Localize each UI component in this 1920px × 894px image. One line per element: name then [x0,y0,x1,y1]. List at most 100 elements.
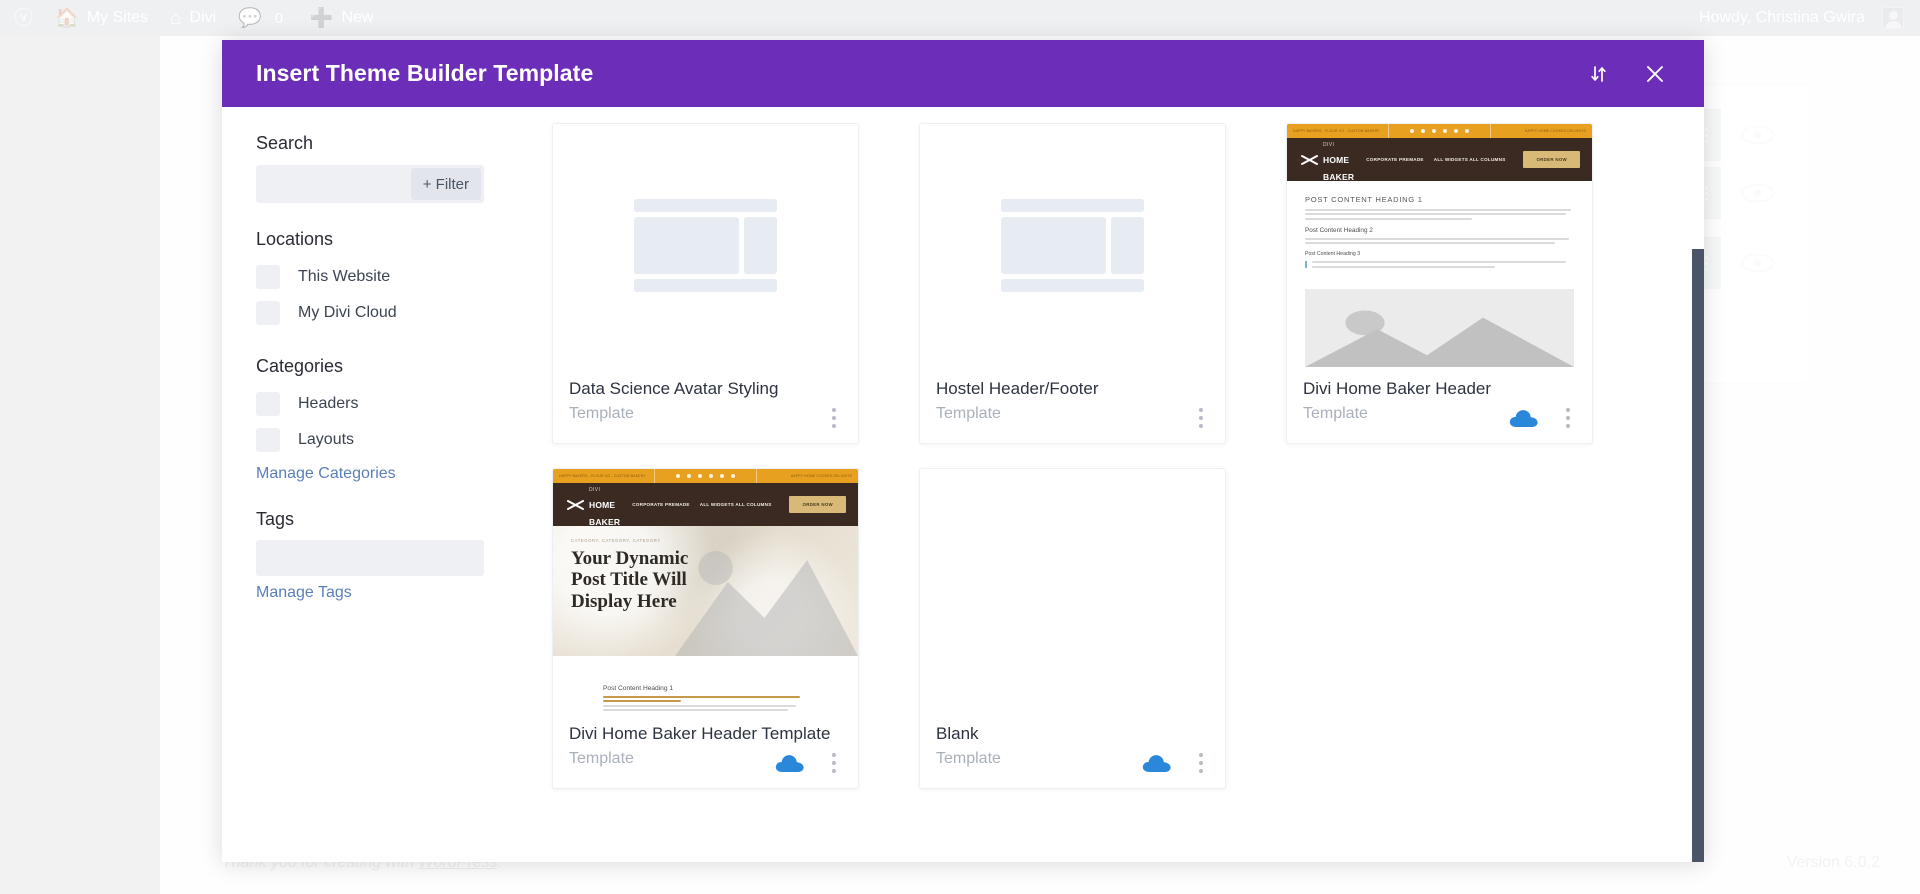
tags-input[interactable] [256,539,484,577]
category-item-layouts[interactable]: Layouts [256,423,484,457]
tags-label: Tags [256,509,484,530]
logo-line-1: DIVI [589,487,600,493]
mail-icon [1465,129,1469,133]
wireframe-placeholder [634,199,777,292]
mail-icon [731,474,735,478]
preview-hero: CATEGORY, CATEGORY, CATEGORY Your Dynami… [553,526,858,656]
preview-nav: DIVI HOME BAKER CORPORATE PREMADE ALL WI… [1287,138,1592,181]
modal-scrollbar[interactable] [1692,174,1704,862]
template-thumbnail-wireframe [920,124,1225,367]
admin-bar-item-comments[interactable]: 💬 0 [227,0,299,36]
wireframe-side-block [1111,217,1144,274]
logo-line-2: HOME [1323,155,1349,165]
more-vertical-icon[interactable] [1191,751,1211,775]
youtube-icon [709,474,713,478]
wireframe-top-bar [1001,199,1144,212]
manage-categories-link[interactable]: Manage Categories [256,465,484,483]
template-card[interactable]: HAPPY BAKERS - FLOUR CO - CUSTOM BAKERY [552,468,859,789]
template-card-meta: Blank Template [920,712,1225,788]
wordpress-logo-glyph: ⓥ [14,9,33,28]
preview-heading-2: Post Content Heading 2 [1305,227,1574,234]
tags-group: Tags Manage Tags [256,509,484,602]
template-card[interactable]: Data Science Avatar Styling Template [552,123,859,444]
template-card-title: Data Science Avatar Styling [569,379,842,399]
location-item-my-divi-cloud[interactable]: My Divi Cloud [256,296,484,330]
category-item-headers[interactable]: Headers [256,387,484,421]
admin-bar-label-divi: Divi [190,9,217,27]
template-card-meta: Hostel Header/Footer Template [920,367,1225,443]
eye-icon [1740,182,1776,204]
background-admin-sidebar [0,36,160,894]
preview-cta-button: ORDER NOW [789,496,846,513]
wordpress-logo-icon[interactable]: ⓥ [0,0,44,36]
preview-paragraph-1 [1305,209,1574,220]
facebook-icon [1410,129,1414,133]
comment-count: 0 [270,10,288,27]
checkbox-headers[interactable] [256,392,280,416]
template-thumbnail-blank [920,469,1225,712]
admin-bar-item-howdy[interactable]: Howdy, Christina Gwira [1688,0,1920,36]
more-vertical-icon[interactable] [824,751,844,775]
template-card[interactable]: HAPPY BAKERS - FLOUR CO - CUSTOM BAKERY [1286,123,1593,444]
preview-paragraph-2 [1305,238,1574,244]
template-card-meta: Divi Home Baker Header Template Template [553,712,858,788]
manage-tags-link[interactable]: Manage Tags [256,584,484,602]
avatar [1882,7,1904,29]
instagram-icon [698,474,702,478]
wireframe-main-block [1001,217,1106,274]
template-grid-wrap: Data Science Avatar Styling Template [512,107,1704,862]
template-card[interactable]: Hostel Header/Footer Template [919,123,1226,444]
preview-blockquote [1305,261,1574,267]
preview-hero-title: Your Dynamic Post Title Will Display Her… [571,548,701,612]
more-vertical-icon[interactable] [1558,406,1578,430]
category-label-layouts: Layouts [298,431,354,449]
categories-label: Categories [256,356,484,377]
more-vertical-icon[interactable] [824,406,844,430]
categories-group: Categories Headers Layouts Manage Catego… [256,356,484,483]
preview-hero-kicker: CATEGORY, CATEGORY, CATEGORY [571,538,661,543]
filter-button[interactable]: + Filter [411,168,481,200]
preview-logo: DIVI HOME BAKER [565,479,620,529]
modal-scrollbar-thumb[interactable] [1692,249,1704,862]
locations-group: Locations This Website My Divi Cloud [256,229,484,330]
preview-menu: CORPORATE PREMADE ALL WIDGETS ALL COLUMN… [632,502,771,507]
template-thumbnail-wireframe [553,124,858,367]
wireframe-bottom-bar [1001,279,1144,292]
close-icon[interactable] [1636,55,1674,93]
wireframe-middle [634,217,777,274]
template-thumbnail-divi-home-baker: HAPPY BAKERS - FLOUR CO - CUSTOM BAKERY [1287,124,1592,367]
modal-header: Insert Theme Builder Template [222,40,1704,107]
preview-logo: DIVI HOME BAKER [1299,134,1354,184]
location-item-this-website[interactable]: This Website [256,260,484,294]
checkbox-layouts[interactable] [256,428,280,452]
preview-menu-item-2: ALL WIDGETS ALL COLUMNS [1434,157,1506,162]
checkbox-this-website[interactable] [256,265,280,289]
rolling-pin-icon [565,495,585,515]
wireframe-placeholder [1001,199,1144,292]
preview-heading-3: Post Content Heading 3 [1305,251,1574,257]
instagram-icon [1432,129,1436,133]
template-card-title: Blank [936,724,1209,744]
comment-icon: 💬 [238,9,262,28]
preview-page-body: POST CONTENT HEADING 1 Post Content Head… [1287,181,1592,367]
sort-arrows-icon[interactable] [1580,55,1618,93]
preview-nav: DIVI HOME BAKER CORPORATE PREMADE ALL WI… [553,483,858,526]
insert-theme-builder-template-modal: Insert Theme Builder Template Search + F… [222,40,1704,862]
template-thumbnail-divi-home-baker-hero: HAPPY BAKERS - FLOUR CO - CUSTOM BAKERY [553,469,858,712]
preview-menu-item-2: ALL WIDGETS ALL COLUMNS [700,502,772,507]
checkbox-my-divi-cloud[interactable] [256,301,280,325]
pinterest-icon [720,474,724,478]
preview-social-icons [1389,129,1490,133]
admin-bar-item-divi[interactable]: ⌂ Divi [159,0,227,36]
template-grid: Data Science Avatar Styling Template [552,123,1664,789]
preview-menu-item-1: CORPORATE PREMADE [632,502,690,507]
more-vertical-icon[interactable] [1191,406,1211,430]
preview-paragraph-1 [603,696,808,712]
wireframe-main-block [634,217,739,274]
admin-bar-item-new[interactable]: ➕ New [299,0,385,36]
template-card[interactable]: Blank Template [919,468,1226,789]
preview-logo-text: DIVI HOME BAKER [589,479,620,529]
template-card-meta: Data Science Avatar Styling Template [553,367,858,443]
admin-bar-item-my-sites[interactable]: 🏠 My Sites [44,0,159,36]
template-card-title: Hostel Header/Footer [936,379,1209,399]
